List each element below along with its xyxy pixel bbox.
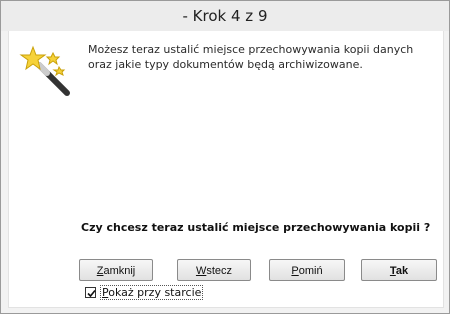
step-description: Możesz teraz ustalić miejsce przechowywa…: [88, 43, 414, 71]
yes-button[interactable]: Tak: [361, 259, 437, 281]
close-button[interactable]: Zamknij: [79, 259, 153, 281]
skip-button[interactable]: Pomiń: [269, 259, 345, 281]
window-title: - Krok 4 z 9: [182, 7, 268, 25]
show-on-start-label[interactable]: Pokaż przy starcie: [100, 285, 204, 300]
checkmark-icon: [87, 289, 96, 298]
title-bar[interactable]: - Krok 4 z 9: [1, 1, 449, 31]
back-button[interactable]: Wstecz: [177, 259, 251, 281]
step-question: Czy chcesz teraz ustalić miejsce przecho…: [81, 221, 431, 234]
magic-wand-icon: [19, 45, 70, 96]
wizard-content: Możesz teraz ustalić miejsce przechowywa…: [8, 31, 444, 308]
wizard-window: - Krok 4 z 9 Możesz teraz ustalić miejsc…: [0, 0, 450, 314]
show-on-start-option[interactable]: Pokaż przy starcie: [85, 285, 204, 300]
show-on-start-checkbox[interactable]: [85, 287, 96, 298]
